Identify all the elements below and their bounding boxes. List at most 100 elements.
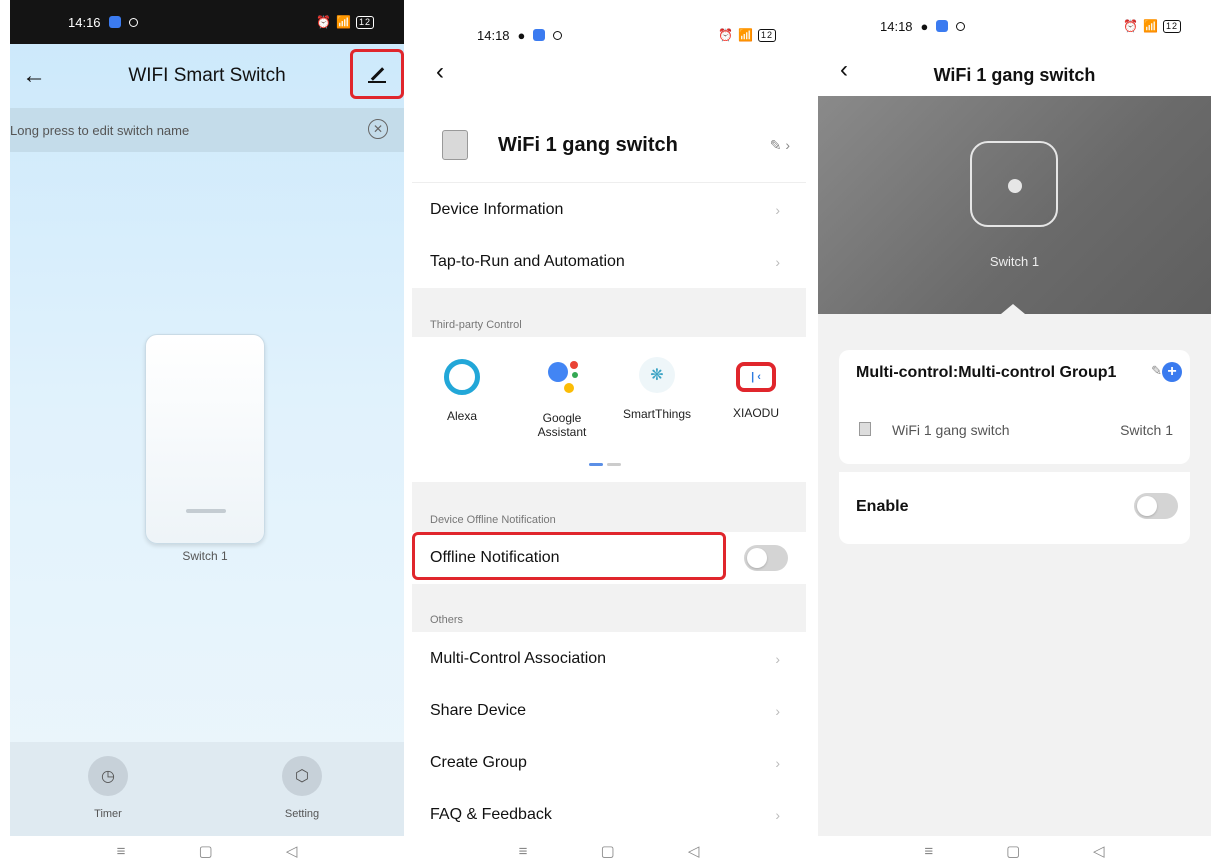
alexa-icon	[444, 359, 480, 395]
chat-icon: ●	[920, 18, 929, 34]
signal-icon: 📶	[738, 28, 754, 42]
device-header[interactable]: WiFi 1 gang switch ✎ ›	[412, 108, 806, 183]
system-nav-bar: ≡ ▢ ◁	[10, 836, 404, 866]
third-party-label: SmartThings	[622, 407, 692, 421]
offline-notification-toggle[interactable]	[744, 545, 788, 571]
home-icon[interactable]: ▢	[601, 842, 615, 860]
edit-chevron-icon[interactable]: ✎ ›	[770, 137, 790, 154]
third-party-smartthings[interactable]: ❋ SmartThings	[617, 357, 697, 421]
hint-banner: Long press to edit switch name ✕	[10, 108, 404, 152]
setting-label: Setting	[284, 808, 320, 820]
switch-label: Switch 1	[182, 549, 228, 563]
menu-icon[interactable]: ≡	[924, 843, 933, 860]
panel-multi-control: 14:18 ● ⏰ 📶 12 ‹ WiFi 1 gang switch Swit…	[818, 0, 1211, 866]
menu-icon[interactable]: ≡	[117, 843, 126, 860]
xiaodu-icon: | ‹	[736, 362, 776, 392]
switch-indicator	[186, 509, 226, 513]
content-area: Multi-control:Multi-control Group1 ✎ + W…	[818, 314, 1211, 836]
add-icon[interactable]: +	[1162, 362, 1182, 382]
hint-text: Long press to edit switch name	[10, 122, 190, 138]
chevron-right-icon: ›	[775, 254, 780, 270]
row-label: Tap-to-Run and Automation	[430, 253, 625, 270]
pencil-icon[interactable]: ✎	[1151, 363, 1162, 379]
app-notification-icon	[936, 20, 949, 32]
edit-button[interactable]	[350, 49, 404, 99]
clock-icon: ◷	[88, 756, 128, 796]
group-device-name: WiFi 1 gang switch	[892, 422, 1010, 438]
alarm-icon: ⏰	[1123, 19, 1140, 33]
status-time: 14:18	[477, 27, 510, 43]
row-label: Share Device	[430, 702, 527, 719]
alarm-icon: ⏰	[316, 15, 333, 29]
chevron-right-icon: ›	[775, 202, 780, 218]
third-party-google-assistant[interactable]: Google Assistant	[522, 357, 602, 439]
chevron-right-icon: ›	[775, 807, 780, 823]
device-thumbnail	[442, 130, 468, 160]
back-icon[interactable]: ◁	[286, 842, 298, 860]
status-time: 14:16	[68, 14, 101, 30]
home-icon[interactable]: ▢	[1006, 842, 1020, 860]
row-label: Multi-Control Association	[430, 650, 607, 667]
carousel-pager	[589, 463, 621, 466]
switch-1-button[interactable]	[970, 141, 1058, 227]
third-party-label: XIAODU	[732, 406, 779, 420]
timer-button[interactable]: ◷ Timer	[78, 756, 138, 820]
app-header: ← WIFI Smart Switch	[10, 44, 404, 108]
enable-label: Enable	[856, 498, 909, 515]
chevron-right-icon: ›	[775, 755, 780, 771]
switch-label: Switch 1	[989, 254, 1040, 269]
search-notification-icon	[128, 17, 138, 27]
switch-toggle-button[interactable]	[145, 334, 265, 544]
bottom-bar: ◷ Timer ⬡ Setting	[10, 742, 404, 836]
row-faq-feedback[interactable]: FAQ & Feedback ›	[412, 789, 806, 841]
menu-icon[interactable]: ≡	[519, 843, 528, 860]
system-nav-bar: ≡ ▢ ◁	[412, 836, 806, 866]
status-icons: ⏰ 📶 12	[1123, 19, 1181, 33]
page-title: WIFI Smart Switch	[128, 65, 286, 86]
panel-device-settings: 14:18 ● ⏰ 📶 12 ‹ WiFi 1 gang switch ✎ › …	[412, 0, 806, 866]
row-share-device[interactable]: Share Device ›	[412, 685, 806, 737]
back-icon[interactable]: ◁	[1093, 842, 1105, 860]
row-tap-to-run[interactable]: Tap-to-Run and Automation ›	[412, 236, 806, 288]
home-icon[interactable]: ▢	[199, 842, 213, 860]
section-label: Third-party Control	[430, 319, 522, 331]
setting-button[interactable]: ⬡ Setting	[272, 756, 332, 820]
app-notification-icon	[533, 29, 546, 41]
switch-hero: Switch 1	[818, 96, 1211, 314]
battery-icon: 12	[1162, 19, 1181, 33]
system-nav-bar: ≡ ▢ ◁	[818, 836, 1211, 866]
row-label: Device Information	[430, 201, 564, 218]
signal-icon: 📶	[336, 15, 352, 29]
signal-icon: 📶	[1143, 19, 1159, 33]
row-multi-control[interactable]: Multi-Control Association ›	[412, 633, 806, 685]
third-party-xiaodu[interactable]: | ‹ XIAODU	[716, 357, 796, 420]
google-assistant-icon	[542, 357, 582, 397]
alarm-icon: ⏰	[718, 28, 735, 42]
smartthings-icon: ❋	[639, 357, 675, 393]
chat-icon: ●	[517, 27, 526, 43]
row-label: Create Group	[430, 754, 527, 771]
back-icon[interactable]: ◁	[688, 842, 700, 860]
group-title: Multi-control:Multi-control Group1	[856, 364, 1117, 381]
timer-label: Timer	[94, 808, 122, 820]
battery-icon: 12	[757, 28, 776, 42]
section-label: Others	[430, 614, 464, 626]
search-notification-icon	[956, 21, 966, 31]
enable-toggle[interactable]	[1134, 493, 1178, 519]
third-party-alexa[interactable]: Alexa	[422, 357, 502, 423]
row-device-information[interactable]: Device Information ›	[412, 184, 806, 236]
status-bar: 14:18 ● ⏰ 📶 12	[818, 0, 1211, 52]
page-title: WiFi 1 gang switch	[933, 65, 1096, 85]
pencil-icon	[368, 65, 386, 83]
back-chevron-icon[interactable]: ‹	[436, 58, 444, 86]
close-icon[interactable]: ✕	[368, 119, 388, 139]
row-create-group[interactable]: Create Group ›	[412, 737, 806, 789]
section-label: Device Offline Notification	[430, 514, 556, 526]
chevron-right-icon: ›	[775, 651, 780, 667]
back-arrow-icon[interactable]: ←	[22, 62, 46, 90]
third-party-carousel: Alexa Google Assistant ❋ SmartThings | ‹…	[412, 337, 806, 482]
third-party-label: Alexa	[446, 409, 478, 423]
section-header-others: Others	[412, 584, 806, 632]
third-party-label: Google Assistant	[537, 411, 587, 439]
group-switch-name: Switch 1	[1120, 422, 1173, 438]
